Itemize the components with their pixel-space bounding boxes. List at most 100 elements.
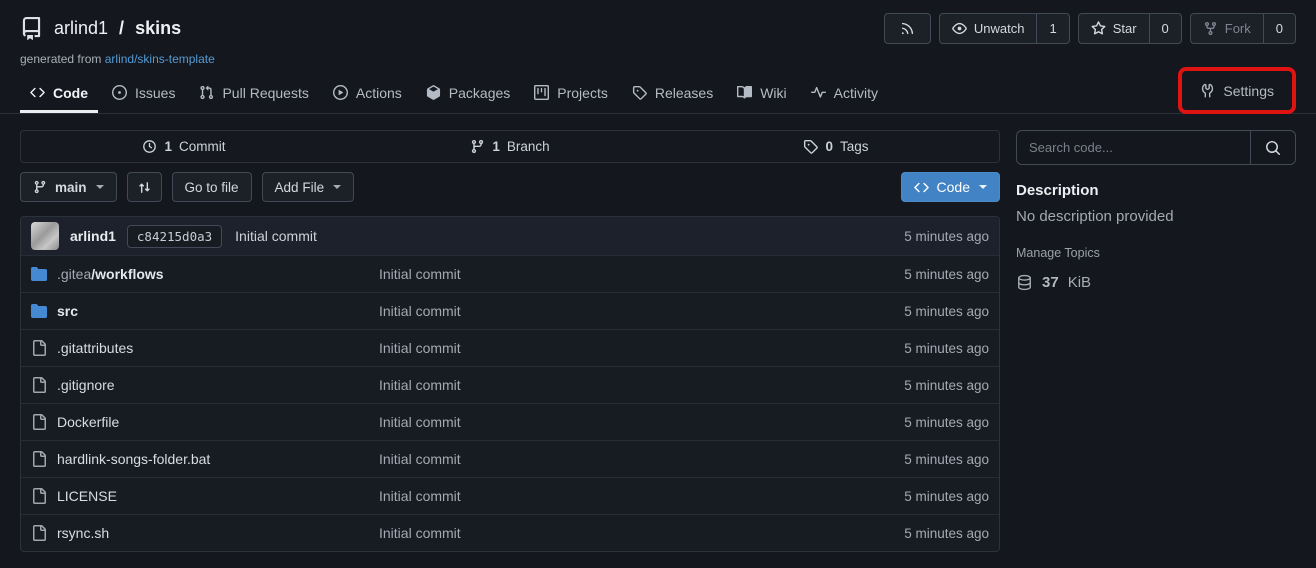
repo-size-value: 37 — [1042, 274, 1059, 291]
pull-request-icon — [199, 85, 214, 100]
table-row[interactable]: src Initial commit 5 minutes ago — [21, 292, 999, 329]
branches-stat[interactable]: 1 Branch — [347, 131, 673, 162]
tags-stat[interactable]: 0 Tags — [673, 131, 999, 162]
manage-topics-link[interactable]: Manage Topics — [1016, 246, 1296, 260]
entry-commit-message[interactable]: Initial commit — [379, 525, 904, 541]
table-row[interactable]: .gitignore Initial commit 5 minutes ago — [21, 366, 999, 403]
tab-actions[interactable]: Actions — [323, 72, 412, 113]
star-button[interactable]: Star — [1079, 14, 1149, 43]
table-row[interactable]: hardlink-songs-folder.bat Initial commit… — [21, 440, 999, 477]
fork-count[interactable]: 0 — [1263, 14, 1295, 43]
compare-icon — [137, 180, 152, 195]
repo-sidebar: Description No description provided Mana… — [1016, 130, 1296, 552]
repo-main-column: 1 Commit 1 Branch 0 Tags main — [20, 130, 1000, 552]
entry-time: 5 minutes ago — [904, 415, 989, 430]
table-row[interactable]: .gitea/workflows Initial commit 5 minute… — [21, 255, 999, 292]
branch-selector[interactable]: main — [20, 172, 117, 202]
commits-count: 1 — [164, 139, 172, 154]
file-icon — [31, 525, 47, 541]
add-file-button[interactable]: Add File — [262, 172, 355, 202]
issue-icon — [112, 85, 127, 100]
entry-commit-message[interactable]: Initial commit — [379, 414, 904, 430]
package-icon — [426, 85, 441, 100]
watch-count[interactable]: 1 — [1036, 14, 1068, 43]
eye-icon — [952, 21, 967, 36]
tab-settings[interactable]: Settings — [1190, 83, 1284, 99]
repo-name[interactable]: skins — [135, 18, 181, 39]
star-button-group: Star 0 — [1078, 13, 1182, 44]
search-icon — [1265, 140, 1281, 156]
history-icon — [142, 139, 157, 154]
table-row[interactable]: LICENSE Initial commit 5 minutes ago — [21, 477, 999, 514]
tab-activity-label: Activity — [834, 85, 878, 101]
commit-message[interactable]: Initial commit — [235, 228, 317, 244]
search-input[interactable] — [1017, 131, 1250, 164]
tag-icon — [803, 139, 818, 154]
unwatch-button[interactable]: Unwatch — [940, 14, 1037, 43]
star-count[interactable]: 0 — [1149, 14, 1181, 43]
entry-commit-message[interactable]: Initial commit — [379, 451, 904, 467]
entry-name: .gitignore — [31, 377, 379, 393]
entry-name: .gitattributes — [31, 340, 379, 356]
code-search — [1016, 130, 1296, 165]
code-icon — [914, 180, 929, 195]
repo-title-separator: / — [119, 18, 124, 39]
folder-icon — [31, 303, 47, 319]
rss-icon — [900, 21, 915, 36]
star-icon — [1091, 21, 1106, 36]
tab-wiki-label: Wiki — [760, 85, 786, 101]
fork-button[interactable]: Fork — [1191, 14, 1263, 43]
fork-label: Fork — [1225, 21, 1251, 36]
tags-count: 0 — [825, 139, 833, 154]
tab-activity[interactable]: Activity — [801, 72, 888, 113]
tab-wiki[interactable]: Wiki — [727, 72, 796, 113]
go-to-file-button[interactable]: Go to file — [172, 172, 252, 202]
compare-button[interactable] — [127, 172, 162, 202]
search-button[interactable] — [1250, 131, 1295, 164]
commits-label: Commit — [179, 139, 226, 154]
table-row[interactable]: rsync.sh Initial commit 5 minutes ago — [21, 514, 999, 551]
entry-commit-message[interactable]: Initial commit — [379, 340, 904, 356]
rss-button[interactable] — [884, 13, 931, 44]
entry-commit-message[interactable]: Initial commit — [379, 266, 904, 282]
chevron-down-icon — [333, 185, 341, 189]
tag-icon — [632, 85, 647, 100]
entry-commit-message[interactable]: Initial commit — [379, 303, 904, 319]
file-table: arlind1 c84215d0a3 Initial commit 5 minu… — [20, 216, 1000, 552]
file-icon — [31, 414, 47, 430]
code-download-button[interactable]: Code — [901, 172, 1000, 202]
add-file-label: Add File — [275, 180, 325, 195]
template-repo-link[interactable]: arlind/skins-template — [105, 52, 215, 66]
repo-header: arlind1 / skins Unwatch 1 — [0, 0, 1316, 66]
entry-name: .gitea/workflows — [31, 266, 379, 282]
table-row[interactable]: .gitattributes Initial commit 5 minutes … — [21, 329, 999, 366]
commits-stat[interactable]: 1 Commit — [21, 131, 347, 162]
database-icon — [1016, 274, 1033, 291]
tab-issues[interactable]: Issues — [102, 72, 185, 113]
entry-commit-message[interactable]: Initial commit — [379, 488, 904, 504]
table-row[interactable]: Dockerfile Initial commit 5 minutes ago — [21, 403, 999, 440]
folder-icon — [31, 266, 47, 282]
repo-action-buttons: Unwatch 1 Star 0 Fork — [884, 13, 1296, 44]
tab-packages[interactable]: Packages — [416, 72, 520, 113]
tab-releases[interactable]: Releases — [622, 72, 723, 113]
generated-from-text: generated from — [20, 52, 101, 66]
commit-author-avatar[interactable] — [31, 222, 59, 250]
description-empty-text: No description provided — [1016, 208, 1296, 225]
code-button-label: Code — [937, 179, 970, 195]
repo-title: arlind1 / skins — [20, 17, 181, 40]
repo-owner[interactable]: arlind1 — [54, 18, 108, 39]
entry-commit-message[interactable]: Initial commit — [379, 377, 904, 393]
repo-toolbar: main Go to file Add File Code — [20, 172, 1000, 202]
tools-icon — [1200, 83, 1215, 98]
tab-code-label: Code — [53, 85, 88, 101]
commit-hash[interactable]: c84215d0a3 — [127, 225, 222, 248]
tab-pull-requests[interactable]: Pull Requests — [189, 72, 318, 113]
code-icon — [30, 85, 45, 100]
tab-settings-label: Settings — [1223, 83, 1274, 99]
tab-projects[interactable]: Projects — [524, 72, 618, 113]
entry-time: 5 minutes ago — [904, 526, 989, 541]
file-icon — [31, 340, 47, 356]
commit-author-name[interactable]: arlind1 — [70, 228, 116, 244]
tab-code[interactable]: Code — [20, 72, 98, 113]
